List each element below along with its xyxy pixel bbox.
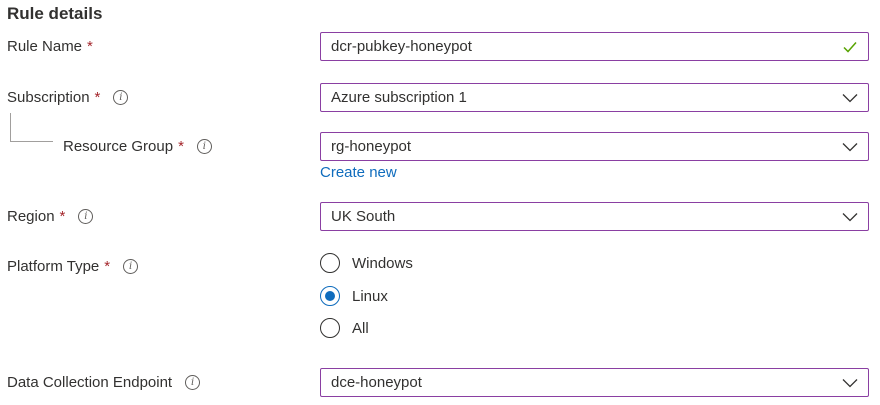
checkmark-icon — [843, 41, 857, 53]
resource-group-label: Resource Group * i — [63, 138, 212, 155]
radio-label: Windows — [352, 254, 413, 272]
region-select[interactable]: UK South — [320, 202, 869, 231]
region-label: Region * i — [7, 208, 94, 225]
subscription-label: Subscription * i — [7, 89, 129, 106]
info-icon[interactable]: i — [78, 209, 94, 224]
radio-label: All — [352, 319, 369, 337]
radio-circle[interactable] — [320, 318, 340, 338]
region-label-text: Region — [7, 208, 55, 225]
platform-type-label: Platform Type * i — [7, 258, 139, 275]
info-icon[interactable]: i — [113, 90, 129, 105]
subscription-value: Azure subscription 1 — [331, 89, 467, 106]
resource-group-select[interactable]: rg-honeypot — [320, 132, 869, 161]
required-marker: * — [94, 89, 101, 106]
info-icon[interactable]: i — [196, 139, 212, 154]
resource-group-value: rg-honeypot — [331, 138, 412, 155]
rule-name-input[interactable]: dcr-pubkey-honeypot — [320, 32, 869, 61]
radio-circle-checked[interactable] — [320, 286, 340, 306]
required-marker: * — [87, 38, 93, 55]
required-marker: * — [59, 208, 66, 225]
radio-circle[interactable] — [320, 253, 340, 273]
rule-name-label-text: Rule Name — [7, 38, 83, 55]
dce-value: dce-honeypot — [331, 374, 422, 391]
chevron-down-icon — [842, 378, 858, 387]
dce-label-text: Data Collection Endpoint — [7, 374, 173, 391]
chevron-down-icon — [842, 212, 858, 221]
region-value: UK South — [331, 208, 396, 225]
resource-group-label-text: Resource Group — [63, 138, 174, 155]
radio-label: Linux — [352, 287, 388, 305]
hierarchy-connector — [10, 113, 53, 142]
chevron-down-icon — [842, 142, 858, 151]
rule-name-label: Rule Name * — [7, 38, 93, 55]
subscription-select[interactable]: Azure subscription 1 — [320, 83, 869, 112]
required-marker: * — [178, 138, 184, 155]
platform-type-label-text: Platform Type — [7, 258, 100, 275]
info-icon[interactable]: i — [123, 259, 139, 274]
info-icon[interactable]: i — [185, 375, 201, 390]
data-collection-endpoint-label: Data Collection Endpoint i — [7, 374, 201, 391]
section-title: Rule details — [7, 4, 103, 23]
data-collection-endpoint-select[interactable]: dce-honeypot — [320, 368, 869, 397]
platform-radio-all[interactable]: All — [320, 318, 369, 338]
chevron-down-icon — [842, 93, 858, 102]
subscription-label-text: Subscription — [7, 89, 90, 106]
rule-name-value: dcr-pubkey-honeypot — [331, 38, 472, 55]
radio-dot — [325, 291, 335, 301]
required-marker: * — [104, 258, 111, 275]
platform-radio-windows[interactable]: Windows — [320, 253, 413, 273]
create-new-link[interactable]: Create new — [320, 164, 397, 181]
platform-radio-linux[interactable]: Linux — [320, 286, 388, 306]
